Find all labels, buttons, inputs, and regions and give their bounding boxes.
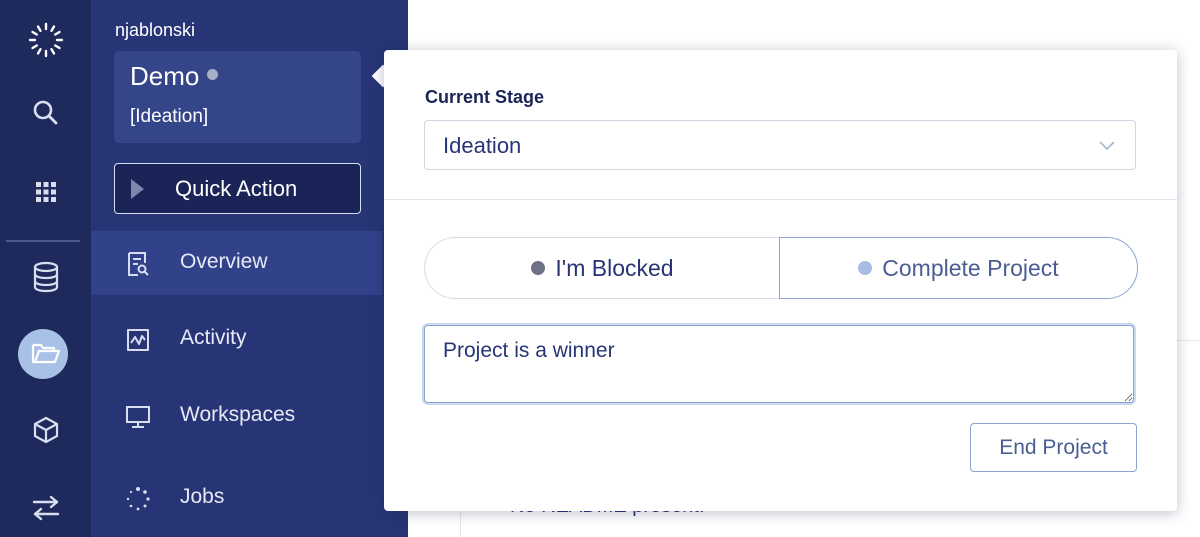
im-blocked-button[interactable]: I'm Blocked [424, 237, 780, 299]
im-blocked-label: I'm Blocked [555, 254, 674, 281]
project-status-dot [207, 69, 219, 80]
nav-item-jobs[interactable]: Jobs [91, 466, 382, 530]
play-icon [131, 179, 144, 199]
stage-popover: Current Stage Ideation I'm Blocked Compl… [384, 50, 1177, 511]
icon-rail [0, 0, 91, 537]
popover-divider [384, 199, 1177, 200]
monitor-icon [125, 404, 151, 430]
database-icon[interactable] [0, 257, 91, 297]
stage-select[interactable]: Ideation [424, 120, 1136, 170]
complete-project-button[interactable]: Complete Project [779, 237, 1138, 299]
end-project-button[interactable]: End Project [970, 423, 1137, 472]
project-card[interactable]: Demo [Ideation] [114, 51, 361, 143]
blocked-status-dot [531, 261, 546, 275]
content-divider [460, 512, 461, 537]
logo-icon[interactable] [0, 20, 91, 60]
chevron-down-icon [1099, 138, 1115, 156]
complete-project-label: Complete Project [882, 254, 1059, 281]
folder-icon[interactable] [0, 333, 91, 373]
jobs-spinner-icon [125, 486, 151, 512]
quick-action-button[interactable]: Quick Action [114, 163, 361, 214]
nav-item-label: Overview [180, 250, 268, 273]
project-stage-tag: [Ideation] [130, 106, 209, 127]
nav-item-label: Jobs [180, 485, 225, 508]
project-title: Demo [130, 61, 219, 92]
username: njablonski [115, 20, 196, 40]
project-name: Demo [130, 61, 200, 91]
transfer-icon[interactable] [0, 488, 91, 528]
apps-grid-icon[interactable] [0, 172, 91, 212]
cube-icon[interactable] [0, 410, 91, 450]
overview-icon [125, 251, 151, 277]
complete-status-dot [858, 261, 873, 275]
rail-divider [6, 240, 80, 242]
nav-item-label: Activity [180, 326, 247, 349]
activity-icon [125, 327, 151, 353]
completion-note-input[interactable]: Project is a winner [424, 325, 1134, 403]
stage-select-value: Ideation [443, 133, 522, 158]
quick-action-label: Quick Action [175, 176, 298, 201]
project-nav-panel: njablonski Demo [Ideation] Quick Action … [91, 0, 408, 537]
search-icon[interactable] [0, 93, 91, 133]
current-stage-label: Current Stage [425, 87, 545, 107]
nav-item-overview[interactable]: Overview [91, 231, 382, 295]
nav-item-label: Workspaces [180, 403, 296, 426]
nav-item-activity[interactable]: Activity [91, 307, 382, 371]
nav-item-workspaces[interactable]: Workspaces [91, 384, 382, 448]
